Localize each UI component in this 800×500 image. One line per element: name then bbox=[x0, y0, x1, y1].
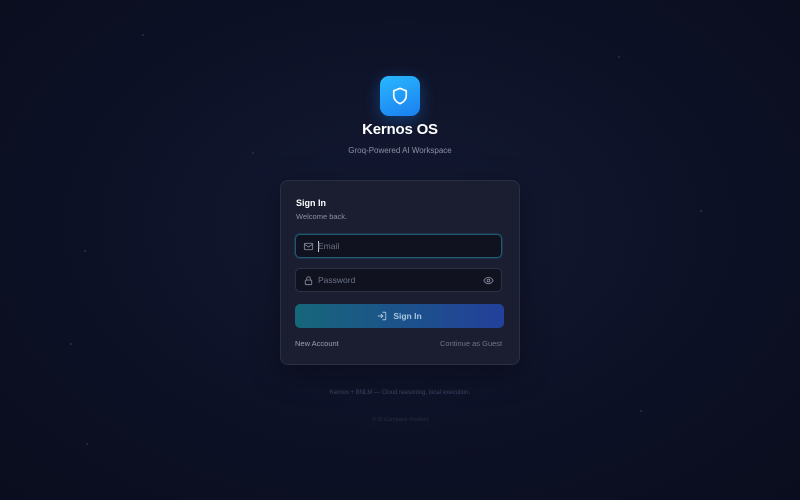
mail-icon bbox=[303, 242, 314, 251]
continue-as-guest-link[interactable]: Continue as Guest bbox=[440, 339, 502, 348]
password-field[interactable] bbox=[295, 268, 502, 292]
signin-title: Sign In bbox=[296, 198, 326, 208]
login-icon bbox=[378, 311, 387, 321]
footer-tagline: Kernos + BNLM — Cloud reasoning, local e… bbox=[329, 390, 471, 396]
app-subtitle: Groq-Powered AI Workspace bbox=[348, 146, 452, 155]
signin-button[interactable]: Sign In bbox=[295, 304, 504, 328]
eye-icon[interactable] bbox=[483, 275, 494, 286]
password-input[interactable] bbox=[318, 269, 483, 291]
app-logo bbox=[380, 76, 420, 116]
footer-copyright: © Di Company Product bbox=[371, 417, 429, 423]
email-input[interactable] bbox=[318, 235, 483, 257]
email-field[interactable] bbox=[295, 234, 502, 258]
lock-icon bbox=[304, 276, 313, 286]
shield-icon bbox=[392, 87, 408, 105]
new-account-link[interactable]: New Account bbox=[295, 339, 339, 348]
app-title: Kernos OS bbox=[362, 121, 438, 138]
signin-subtitle: Welcome back. bbox=[296, 212, 348, 221]
signin-button-label: Sign In bbox=[393, 311, 422, 321]
